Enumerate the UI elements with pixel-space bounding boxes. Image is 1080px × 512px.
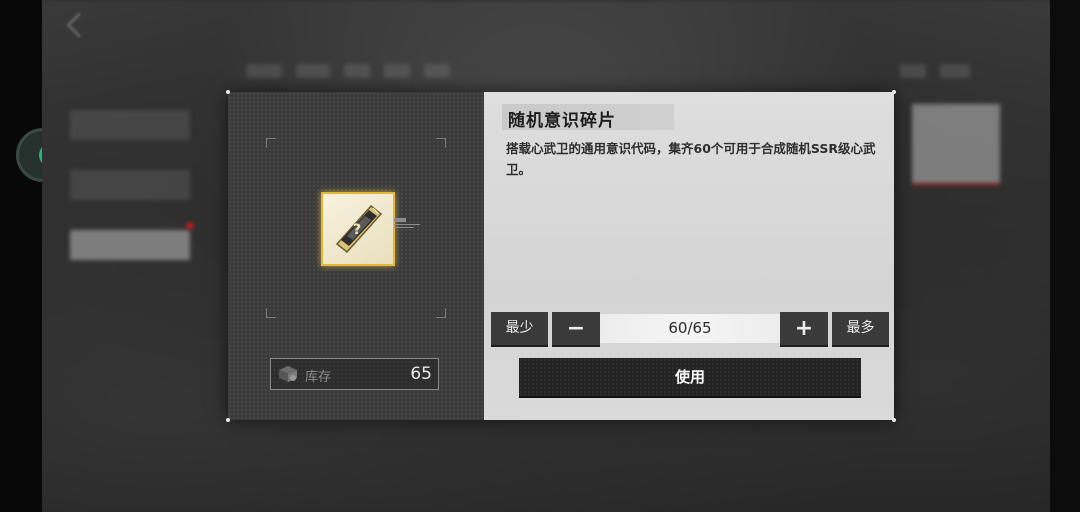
background-menu-button <box>70 170 190 200</box>
notification-dot <box>186 222 194 230</box>
diamond-fragment-icon: ? <box>335 204 383 254</box>
frame-corner <box>266 308 276 318</box>
floating-assistant-button[interactable] <box>0 120 42 190</box>
stock-value: 65 <box>410 364 432 384</box>
frame-corner <box>266 138 276 148</box>
increase-quantity-button[interactable]: + <box>780 312 828 345</box>
minus-icon: − <box>566 316 586 341</box>
item-preview-panel: ? 库存 65 <box>228 92 484 420</box>
storage-box-icon <box>279 366 297 382</box>
background-tab <box>900 64 926 78</box>
item-decorative-text <box>394 218 424 228</box>
frame-corner <box>436 138 446 148</box>
background-thumbnail <box>912 104 1000 186</box>
background-tab <box>384 64 410 78</box>
dialog-corner-dot <box>892 90 896 94</box>
dialog-corner-dot <box>226 90 230 94</box>
item-description: 搭载心武卫的通用意识代码，集齐60个可用于合成随机SSR级心武卫。 <box>506 141 876 177</box>
item-icon-card: ? <box>321 192 395 266</box>
dialog-corner-dot <box>892 418 896 422</box>
plus-icon: + <box>794 316 814 341</box>
stock-display: 库存 65 <box>270 358 439 390</box>
background-menu-button <box>70 230 190 260</box>
background-tab <box>940 64 970 78</box>
background-menu-button <box>70 110 190 140</box>
assistant-bubble-icon[interactable] <box>16 128 42 182</box>
min-quantity-button[interactable]: 最少 <box>491 312 548 345</box>
item-title: 随机意识碎片 <box>502 104 674 131</box>
svg-text:?: ? <box>353 222 361 238</box>
right-edge <box>1050 0 1080 512</box>
background-tab <box>246 64 282 78</box>
stock-label: 库存 <box>305 370 332 385</box>
max-quantity-button[interactable]: 最多 <box>832 312 889 345</box>
background-tab <box>424 64 450 78</box>
background-tab <box>296 64 330 78</box>
item-use-dialog: ? 库存 65 随机意识碎片 搭载心武卫的通用意识代码，集齐60个可用于合成随机… <box>226 90 896 422</box>
left-edge <box>0 0 42 512</box>
background-tab <box>344 64 370 78</box>
frame-corner <box>436 308 446 318</box>
decrease-quantity-button[interactable]: − <box>552 312 600 345</box>
dialog-corner-dot <box>226 418 230 422</box>
use-button[interactable]: 使用 <box>519 358 861 396</box>
quantity-display[interactable]: 60/65 <box>600 314 780 343</box>
